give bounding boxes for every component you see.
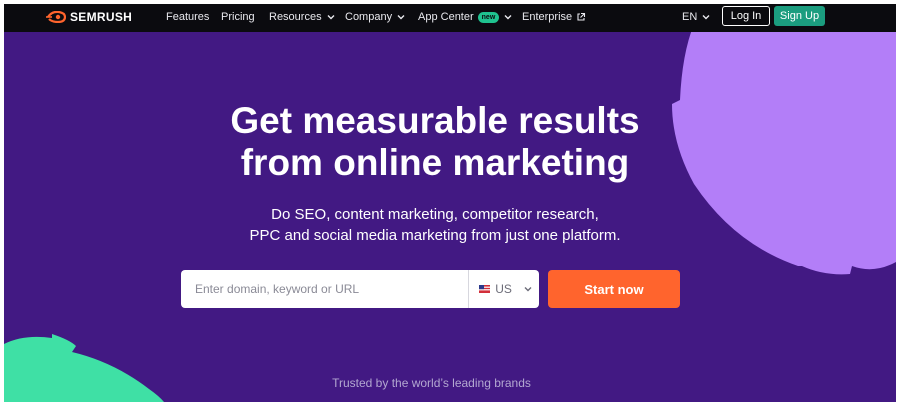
headline-line-1: Get measurable results (230, 100, 640, 141)
semrush-logo[interactable]: SEMRUSH (46, 10, 132, 24)
chevron-down-icon (524, 287, 532, 292)
new-badge: new (477, 11, 500, 23)
trusted-brands-text: Trusted by the world’s leading brands (332, 376, 531, 390)
chevron-down-icon (327, 15, 335, 20)
nav-item-label: Enterprise (522, 11, 573, 23)
language-selector[interactable]: EN (682, 11, 711, 23)
logo-wordmark: SEMRUSH (70, 10, 133, 24)
chevron-down-icon (702, 15, 710, 20)
nav-item-resources[interactable]: Resources (269, 11, 336, 23)
nav-item-company[interactable]: Company (345, 11, 406, 23)
nav-item-label: Pricing (221, 11, 255, 23)
headline-line-2: from online marketing (240, 142, 630, 183)
chevron-down-icon (397, 15, 405, 20)
hero-headline: Get measurable results from online marke… (4, 100, 866, 184)
login-button[interactable]: Log In (722, 6, 770, 26)
nav-item-app-center[interactable]: App Center new (418, 11, 513, 23)
nav-item-label: Features (166, 11, 210, 23)
country-selector[interactable]: US (469, 282, 539, 296)
nav-item-enterprise[interactable]: Enterprise (522, 11, 586, 23)
nav-item-label: App Center (418, 11, 474, 23)
search-box: US (181, 270, 539, 308)
semrush-logo-icon (46, 11, 66, 23)
top-navbar: SEMRUSH Features Pricing Resources Compa… (4, 4, 896, 32)
us-flag-icon (479, 285, 491, 293)
nav-item-label: Resources (269, 11, 322, 23)
nav-item-features[interactable]: Features (166, 11, 209, 23)
chevron-down-icon (504, 15, 512, 20)
nav-item-pricing[interactable]: Pricing (221, 11, 255, 23)
start-now-button[interactable]: Start now (548, 270, 680, 308)
page-frame: SEMRUSH Features Pricing Resources Compa… (4, 4, 896, 402)
decorative-shapes (4, 4, 896, 402)
language-label: EN (682, 11, 698, 23)
search-input[interactable] (181, 271, 469, 307)
external-link-icon (577, 12, 586, 21)
nav-item-label: Company (345, 11, 393, 23)
subheadline-line-2: PPC and social media marketing from just… (249, 227, 621, 244)
green-gear-shape (4, 334, 164, 402)
signup-button[interactable]: Sign Up (774, 6, 825, 26)
hero-subheadline: Do SEO, content marketing, competitor re… (4, 204, 866, 246)
country-label: US (495, 282, 512, 296)
subheadline-line-1: Do SEO, content marketing, competitor re… (271, 206, 599, 223)
